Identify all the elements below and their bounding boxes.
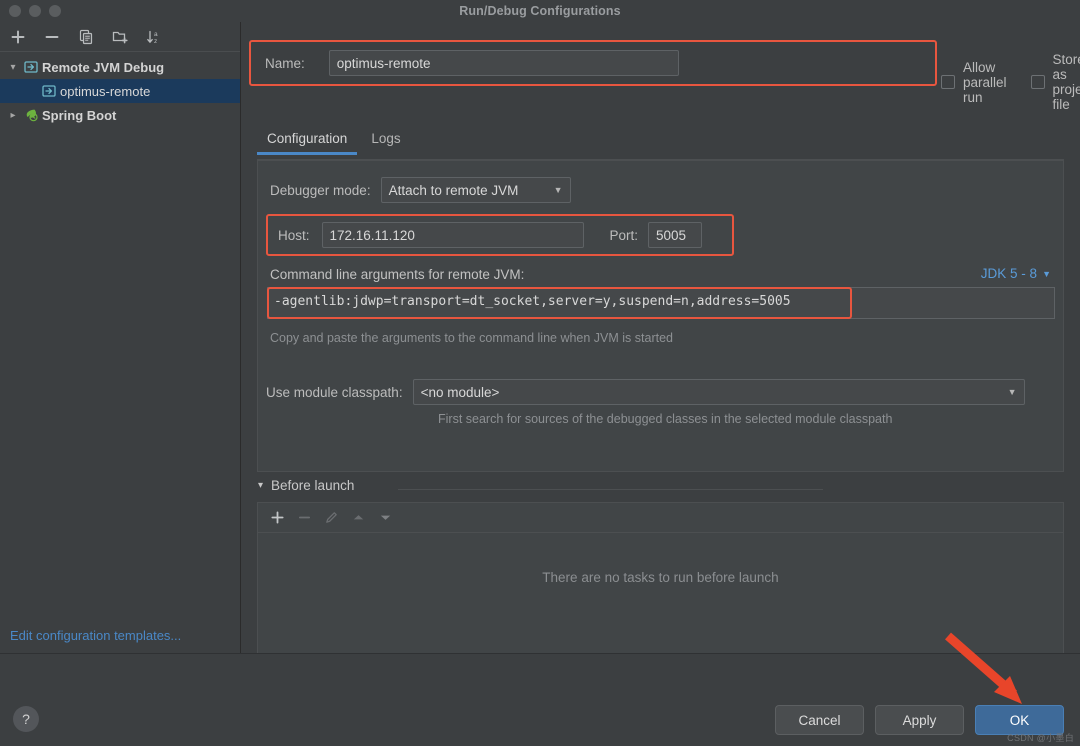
remote-debug-icon bbox=[40, 84, 58, 98]
name-label: Name: bbox=[265, 55, 305, 71]
configurations-sidebar: a z ▾ Remote JVM Debug optimus-remote ▸ … bbox=[0, 22, 241, 653]
watermark: CSDN @小墨白 bbox=[1007, 733, 1074, 743]
allow-parallel-run-label: Allow parallel run bbox=[963, 59, 1007, 105]
host-label: Host: bbox=[278, 227, 310, 243]
add-task-button[interactable] bbox=[270, 510, 285, 525]
chevron-down-icon: ▼ bbox=[1007, 387, 1017, 397]
name-row-highlight: Name: optimus-remote bbox=[249, 40, 937, 86]
edit-task-button bbox=[324, 510, 339, 525]
add-configuration-button[interactable] bbox=[4, 24, 32, 50]
host-input[interactable]: 172.16.11.120 bbox=[321, 222, 584, 248]
before-launch-header[interactable]: ▾ Before launch bbox=[258, 478, 354, 493]
before-launch-toolbar bbox=[258, 503, 1063, 533]
store-as-project-file-checkbox[interactable]: Store as project file bbox=[1030, 52, 1080, 112]
store-as-project-file-label: Store as project file bbox=[1052, 52, 1080, 112]
configuration-card: Debugger mode: Attach to remote JVM ▼ Ho… bbox=[257, 160, 1064, 472]
checkbox-box[interactable] bbox=[941, 75, 955, 89]
checkbox-box[interactable] bbox=[1030, 75, 1045, 89]
tree-item-spring-boot[interactable]: ▸ Spring Boot bbox=[0, 103, 240, 127]
debugger-mode-select[interactable]: Attach to remote JVM ▼ bbox=[380, 177, 571, 203]
jdk-version-label: JDK 5 - 8 bbox=[980, 266, 1038, 281]
before-launch-empty-text: There are no tasks to run before launch bbox=[542, 570, 779, 585]
move-task-up-button bbox=[351, 510, 366, 525]
module-classpath-label: Use module classpath: bbox=[266, 384, 403, 400]
tab-configuration[interactable]: Configuration bbox=[257, 127, 358, 155]
chevron-down-icon: ▼ bbox=[553, 185, 563, 195]
move-into-folder-button[interactable] bbox=[106, 24, 134, 50]
apply-button[interactable]: Apply bbox=[875, 705, 964, 735]
module-classpath-value: <no module> bbox=[420, 384, 500, 400]
remove-task-button bbox=[297, 510, 312, 525]
command-line-label: Command line arguments for remote JVM: bbox=[270, 267, 525, 282]
host-port-row-highlight: Host: 172.16.11.120 Port: 5005 bbox=[266, 214, 734, 256]
title-bar: Run/Debug Configurations bbox=[0, 0, 1080, 22]
chevron-right-icon[interactable]: ▸ bbox=[4, 110, 22, 121]
configurations-tree: ▾ Remote JVM Debug optimus-remote ▸ Spri… bbox=[0, 52, 240, 127]
chevron-down-icon: ▼ bbox=[1042, 268, 1051, 279]
sidebar-toolbar: a z bbox=[0, 22, 240, 52]
copy-configuration-button[interactable] bbox=[72, 24, 100, 50]
port-label: Port: bbox=[609, 227, 639, 243]
remote-debug-icon bbox=[22, 60, 40, 74]
jdk-version-selector[interactable]: JDK 5 - 8 ▼ bbox=[981, 266, 1051, 281]
before-launch-divider bbox=[398, 489, 823, 490]
top-options: Allow parallel run Store as project file bbox=[941, 52, 1080, 112]
port-input[interactable]: 5005 bbox=[648, 222, 703, 248]
module-classpath-select[interactable]: <no module> ▼ bbox=[412, 379, 1025, 405]
run-debug-configurations-dialog: Run/Debug Configurations a z ▾ Remote JV… bbox=[0, 0, 1080, 746]
command-line-value: -agentlib:jdwp=transport=dt_socket,serve… bbox=[274, 294, 791, 309]
svg-text:a: a bbox=[154, 31, 158, 38]
window-title: Run/Debug Configurations bbox=[459, 4, 621, 18]
chevron-down-icon[interactable]: ▾ bbox=[258, 480, 263, 491]
chevron-down-icon[interactable]: ▾ bbox=[4, 62, 22, 73]
dialog-footer: ? Cancel Apply OK CSDN @小墨白 bbox=[0, 653, 1080, 746]
module-classpath-row: Use module classpath: <no module> ▼ bbox=[266, 379, 1025, 405]
debugger-mode-value: Attach to remote JVM bbox=[388, 182, 519, 198]
debugger-mode-label: Debugger mode: bbox=[270, 182, 371, 198]
sort-configurations-button[interactable]: a z bbox=[140, 24, 168, 50]
tab-logs[interactable]: Logs bbox=[361, 127, 410, 155]
svg-text:z: z bbox=[154, 38, 157, 45]
module-classpath-hint: First search for sources of the debugged… bbox=[438, 412, 893, 426]
configuration-tabs: Configuration Logs bbox=[257, 127, 411, 155]
tree-item-label: Spring Boot bbox=[42, 107, 117, 123]
allow-parallel-run-checkbox[interactable]: Allow parallel run bbox=[941, 60, 1007, 105]
tree-item-remote-jvm-debug[interactable]: ▾ Remote JVM Debug bbox=[0, 55, 240, 79]
command-line-hint: Copy and paste the arguments to the comm… bbox=[270, 331, 673, 345]
move-task-down-button bbox=[378, 510, 393, 525]
edit-configuration-templates-link[interactable]: Edit configuration templates... bbox=[0, 617, 241, 653]
remove-configuration-button[interactable] bbox=[38, 24, 66, 50]
help-button[interactable]: ? bbox=[13, 706, 39, 732]
tree-item-label: optimus-remote bbox=[60, 83, 151, 99]
debugger-mode-row: Debugger mode: Attach to remote JVM ▼ bbox=[270, 177, 571, 203]
spring-boot-icon bbox=[22, 108, 40, 122]
tree-item-optimus-remote[interactable]: optimus-remote bbox=[0, 79, 240, 103]
name-input[interactable]: optimus-remote bbox=[328, 50, 679, 76]
tree-item-label: Remote JVM Debug bbox=[42, 59, 165, 75]
cancel-button[interactable]: Cancel bbox=[775, 705, 864, 735]
before-launch-title: Before launch bbox=[271, 478, 355, 493]
